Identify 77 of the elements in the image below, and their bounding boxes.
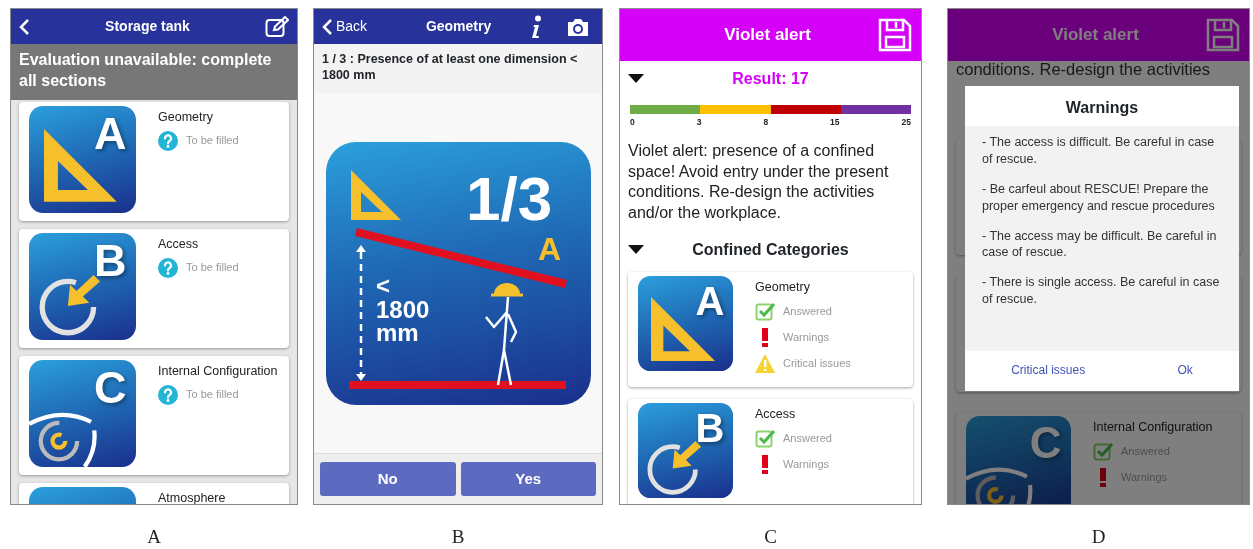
caret-icon[interactable]	[628, 244, 644, 255]
check-icon	[1093, 441, 1113, 462]
header-title: Violet alert	[723, 24, 812, 47]
warning-text: - Be carfeul about RESCUE! Prepare the proper emergency and rescue procedures	[982, 180, 1216, 215]
ring-arrow-drawing	[38, 275, 101, 338]
warning-text: - The access is difficult. Be careful in case of rescue.	[982, 134, 1216, 168]
help-icon	[158, 130, 178, 151]
section-card[interactable]: Atmosphere	[19, 482, 289, 504]
scale-tick: 8	[763, 116, 769, 129]
chevron-icon	[322, 17, 333, 36]
section-title: Access	[158, 236, 200, 252]
tile-letter: A	[93, 110, 127, 156]
ring-arrow-drawing	[646, 440, 702, 497]
section-card[interactable]: A Geometry Answered Warnings Critical issues	[628, 271, 913, 387]
check-icon	[755, 300, 775, 321]
warning-text: - There is single access. Be careful in case of rescue.	[982, 274, 1221, 308]
edit-icon[interactable]	[265, 15, 289, 38]
section-card[interactable]: B Access To be filled	[19, 228, 289, 348]
info-icon[interactable]	[530, 14, 542, 39]
scale-tick: 25	[901, 116, 911, 129]
camera-icon[interactable]	[566, 16, 590, 37]
tile-letter: A	[695, 280, 725, 321]
section-title: Geometry	[158, 109, 214, 125]
status-label: To be filled	[186, 133, 239, 149]
status-label: To be filled	[186, 387, 239, 403]
section-card[interactable]: C Internal Configuration To be filled	[19, 355, 289, 475]
save-icon[interactable]	[877, 17, 913, 53]
dialog-button[interactable]: Ok	[1177, 361, 1193, 379]
section-title: Geometry	[755, 279, 811, 295]
tile-letter: B	[93, 237, 127, 283]
scale-tick: 15	[830, 116, 840, 129]
section-title: Internal Configuration	[158, 363, 278, 379]
warning-icon	[755, 352, 775, 373]
warning-text: - The access may be difficult. Be careful in case of rescue.	[982, 227, 1218, 262]
panel-caption: A	[147, 527, 161, 548]
section-card[interactable]: B Access Answered Warnings	[628, 398, 913, 504]
tile-letter: B	[695, 407, 725, 448]
panel-caption: B	[451, 527, 465, 548]
answer-button[interactable]: Yes	[460, 462, 596, 496]
dialog-title: Warnings	[1064, 98, 1140, 118]
result-score: Result: 17	[731, 69, 810, 89]
caret-icon[interactable]	[628, 74, 644, 84]
tile-letter: C	[1029, 421, 1062, 466]
categories-title: Confined Categories	[691, 239, 850, 260]
help-icon	[158, 384, 178, 405]
status-label: Warnings	[783, 329, 830, 345]
save-icon[interactable]	[1205, 17, 1241, 53]
header-title: Violet alert	[1051, 24, 1140, 47]
scale-tick: 0	[630, 116, 635, 129]
question-text: 1 / 3 : Presence of at least one dimension < 1800 mm	[314, 44, 602, 94]
tile-letter: C	[93, 364, 127, 410]
section-card[interactable]: A Geometry To be filled	[19, 101, 289, 221]
status-label: Answered	[783, 303, 832, 319]
header-title: Storage tank	[104, 17, 191, 36]
scale-tick: 3	[696, 116, 702, 129]
answer-button[interactable]: No	[320, 462, 456, 496]
status-label: To be filled	[186, 260, 239, 276]
back-button[interactable]: Back	[322, 16, 368, 37]
section-title: Atmosphere	[158, 490, 226, 504]
status-label: Warnings	[783, 456, 830, 472]
panel-caption: C	[764, 527, 777, 548]
status-label: Answered	[783, 430, 832, 446]
section-title: Internal Configuration	[1093, 420, 1213, 436]
status-label: Critical issues	[783, 355, 851, 371]
help-icon	[158, 257, 178, 278]
status-banner: Evaluation unavailable: complete all sections	[11, 44, 297, 100]
alert-message: conditions. Re-design the activities	[955, 60, 1212, 79]
back-button[interactable]	[19, 17, 30, 36]
chevron-icon	[19, 17, 30, 36]
dialog-button[interactable]: Critical issues	[1011, 361, 1086, 379]
check-icon	[755, 427, 775, 448]
alert-message: Violet alert: presence of a confined space! Avoid entry under the present conditions. Re-design the activities and/or the workplace.	[627, 140, 890, 224]
step-counter: 1/3	[465, 163, 552, 233]
panel-caption: D	[1091, 527, 1106, 548]
section-letter: A	[537, 230, 561, 267]
header-title: Geometry	[424, 17, 493, 36]
section-title: Access	[755, 406, 797, 422]
